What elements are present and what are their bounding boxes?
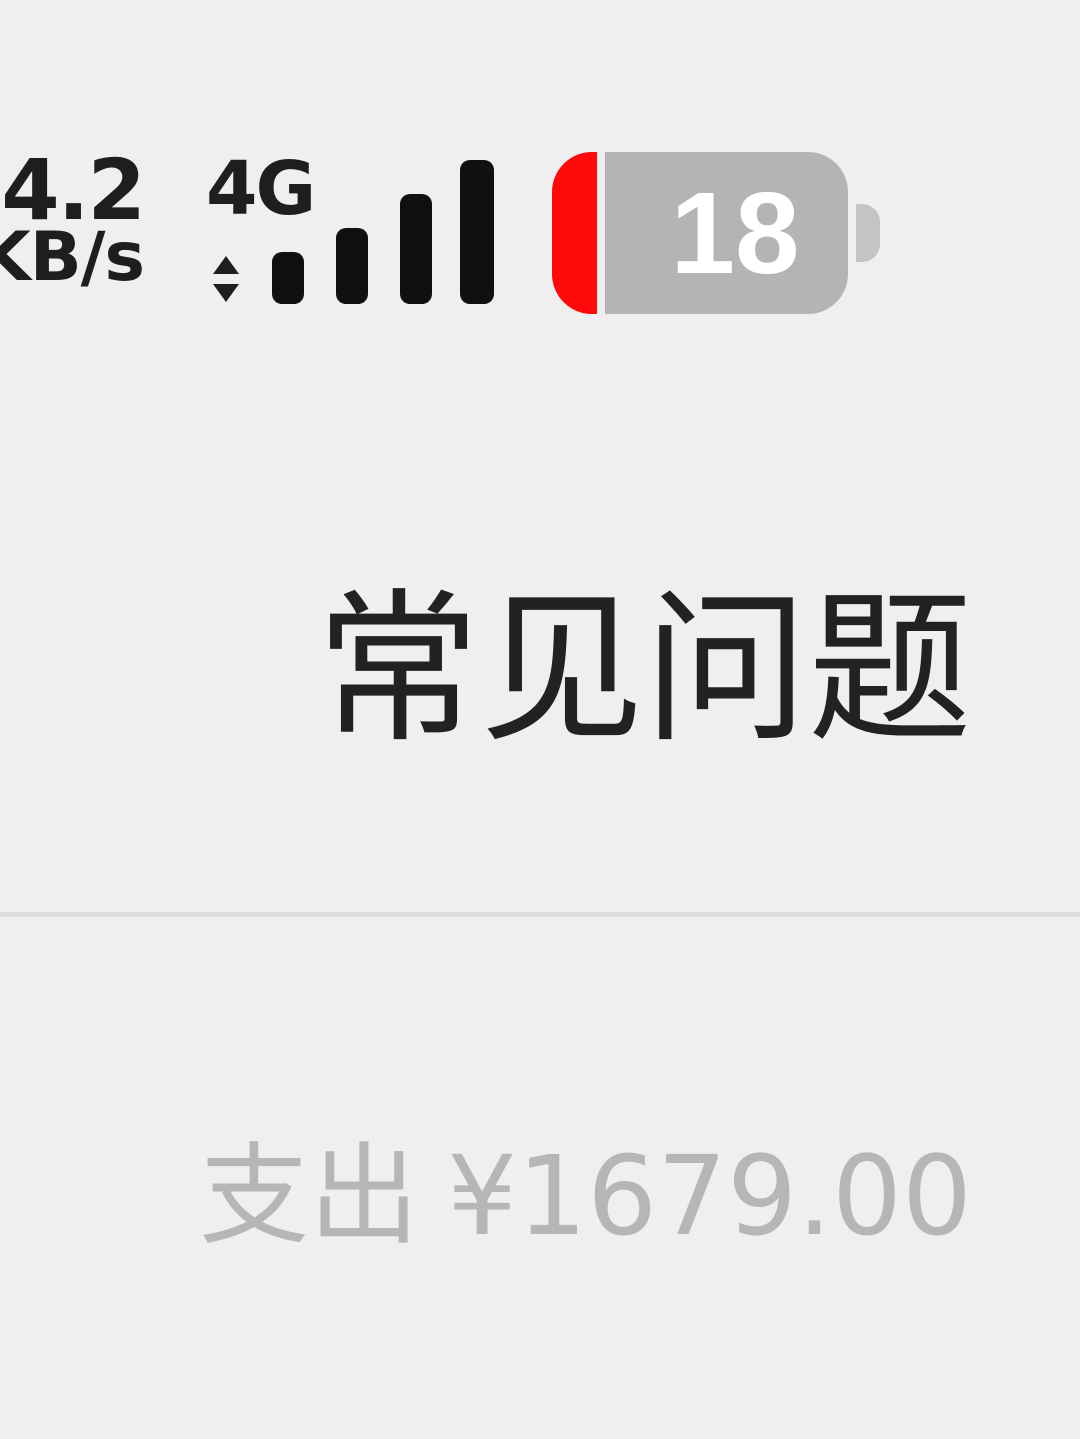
battery-fill-divider	[597, 152, 606, 314]
battery-indicator: 18	[552, 152, 884, 314]
battery-fill	[552, 152, 598, 314]
signal-bar-3	[400, 194, 432, 304]
status-bar: 4.2 KB/s 4G 18	[0, 0, 1080, 400]
expense-row: 支出 ¥1679.00	[0, 920, 1080, 1439]
divider	[0, 912, 1080, 917]
battery-body: 18	[552, 152, 848, 314]
signal-bar-1	[272, 252, 304, 304]
faq-label: 常见问题	[315, 574, 972, 765]
expense-amount: ¥1679.00	[447, 1132, 972, 1260]
network-speed-indicator: 4.2 KB/s	[0, 148, 146, 297]
battery-terminal	[856, 204, 880, 262]
signal-bar-2	[336, 228, 368, 304]
signal-strength-icon	[272, 160, 494, 304]
data-transfer-arrows-icon	[213, 256, 239, 302]
network-speed-unit: KB/s	[0, 218, 145, 297]
battery-level-text: 18	[670, 168, 800, 298]
faq-row[interactable]: 常见问题	[0, 520, 1080, 915]
signal-bar-4	[460, 160, 494, 304]
expense-summary: 支出 ¥1679.00	[199, 1130, 972, 1262]
expense-label: 支出	[199, 1132, 420, 1260]
